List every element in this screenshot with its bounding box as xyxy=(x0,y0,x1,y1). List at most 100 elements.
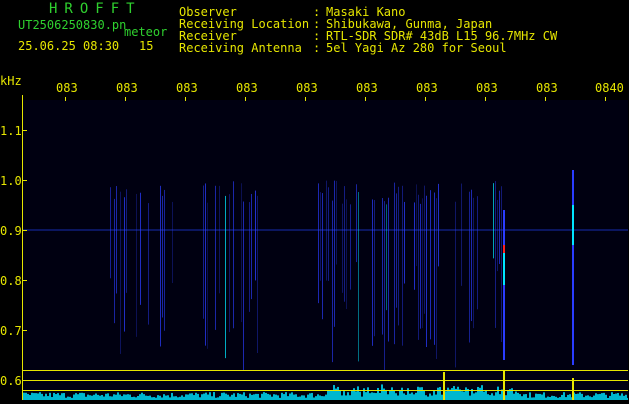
noise-bar xyxy=(441,394,443,400)
noise-bar xyxy=(461,391,463,400)
noise-bar xyxy=(521,396,523,400)
noise-bar xyxy=(519,394,521,400)
noise-bar xyxy=(381,384,383,400)
signal-streak xyxy=(416,184,417,267)
signal-streak xyxy=(414,202,415,290)
signal-streak xyxy=(402,185,403,346)
noise-bar xyxy=(103,396,105,400)
noise-bar xyxy=(295,394,297,400)
noise-bar xyxy=(265,392,267,400)
noise-bar xyxy=(213,392,215,400)
noise-bar xyxy=(325,394,327,400)
y-tick-mark xyxy=(23,280,27,281)
y-tick-label: 0.7 xyxy=(0,324,22,338)
noise-bar xyxy=(349,395,351,400)
noise-bar xyxy=(493,395,495,400)
noise-bar xyxy=(143,394,145,400)
noise-bar xyxy=(287,396,289,400)
noise-bar xyxy=(257,393,259,400)
noise-bar xyxy=(553,396,555,400)
noise-bar xyxy=(329,390,331,400)
noise-bar xyxy=(615,393,617,400)
noise-bar xyxy=(427,396,429,400)
noise-bar xyxy=(147,395,149,400)
y-tick-mark xyxy=(23,130,27,131)
signal-streak xyxy=(336,180,337,265)
noise-bar xyxy=(569,394,571,400)
noise-bar xyxy=(181,395,183,400)
y-tick-label: 1.1 xyxy=(0,124,22,138)
x-tick-mark xyxy=(605,97,606,101)
noise-bar xyxy=(529,392,531,400)
noise-bar xyxy=(269,394,271,400)
signal-streak xyxy=(372,199,373,346)
signal-streak xyxy=(251,193,252,300)
noise-bar xyxy=(95,393,97,400)
noise-bar xyxy=(433,390,435,400)
noise-bar xyxy=(445,391,447,400)
x-tick-label: 083 xyxy=(476,81,498,95)
noise-bar xyxy=(453,386,455,400)
noise-bar xyxy=(333,385,335,400)
value-receiving-antenna: 5el Yagi Az 280 for Seoul xyxy=(326,41,507,55)
signal-spike xyxy=(443,372,445,400)
noise-bar xyxy=(625,394,627,400)
noise-bar xyxy=(175,396,177,400)
noise-bar xyxy=(581,393,583,400)
noise-bar xyxy=(47,396,49,400)
signal-streak xyxy=(205,183,206,346)
noise-bar xyxy=(111,396,113,400)
y-tick-mark xyxy=(23,180,27,181)
noise-bar xyxy=(543,392,545,400)
noise-bar xyxy=(475,392,477,400)
noise-bar xyxy=(173,396,175,400)
signal-streak xyxy=(430,190,431,340)
x-tick-label: 083 xyxy=(416,81,438,95)
signal-streak xyxy=(422,198,423,329)
noise-bar xyxy=(229,396,231,400)
noise-bar xyxy=(195,392,197,400)
signal-streak xyxy=(384,201,385,370)
noise-bar xyxy=(79,392,81,400)
noise-bar xyxy=(417,386,419,400)
noise-bar xyxy=(385,389,387,400)
noise-bar xyxy=(119,394,121,400)
noise-bar xyxy=(303,395,305,400)
noise-bar xyxy=(39,392,41,400)
noise-bar xyxy=(515,391,517,400)
signal-streak xyxy=(434,192,435,345)
noise-bar xyxy=(337,386,339,400)
x-tick-label: 083 xyxy=(56,81,78,95)
signal-streak xyxy=(136,193,137,337)
signal-streak xyxy=(356,184,357,263)
signal-streak xyxy=(124,197,125,332)
noise-bar xyxy=(347,392,349,400)
x-tick-mark xyxy=(305,97,306,101)
signal-streak xyxy=(497,199,498,272)
noise-bar xyxy=(355,391,357,400)
noise-bar xyxy=(603,392,605,400)
label-receiving-antenna: Receiving Antenna xyxy=(179,41,302,55)
noise-bar xyxy=(289,393,291,400)
noise-bar xyxy=(495,392,497,400)
noise-bar xyxy=(107,393,109,400)
noise-bar xyxy=(55,394,57,400)
noise-bar xyxy=(379,392,381,400)
noise-bar xyxy=(149,395,151,400)
noise-bar xyxy=(59,395,61,400)
signal-streak xyxy=(499,190,500,265)
x-tick-label: 083 xyxy=(116,81,138,95)
y-tick-label: 1.0 xyxy=(0,174,22,188)
noise-bar xyxy=(37,393,39,400)
noise-bar xyxy=(567,394,569,400)
noise-bar xyxy=(481,385,483,400)
noise-bar xyxy=(315,396,317,400)
x-tick-mark xyxy=(485,97,486,101)
noise-bar xyxy=(239,393,241,400)
noise-bar xyxy=(457,386,459,400)
noise-bar xyxy=(237,393,239,400)
signal-streak xyxy=(386,204,387,311)
noise-bar xyxy=(579,392,581,400)
noise-bar xyxy=(597,394,599,400)
noise-bar xyxy=(513,393,515,400)
